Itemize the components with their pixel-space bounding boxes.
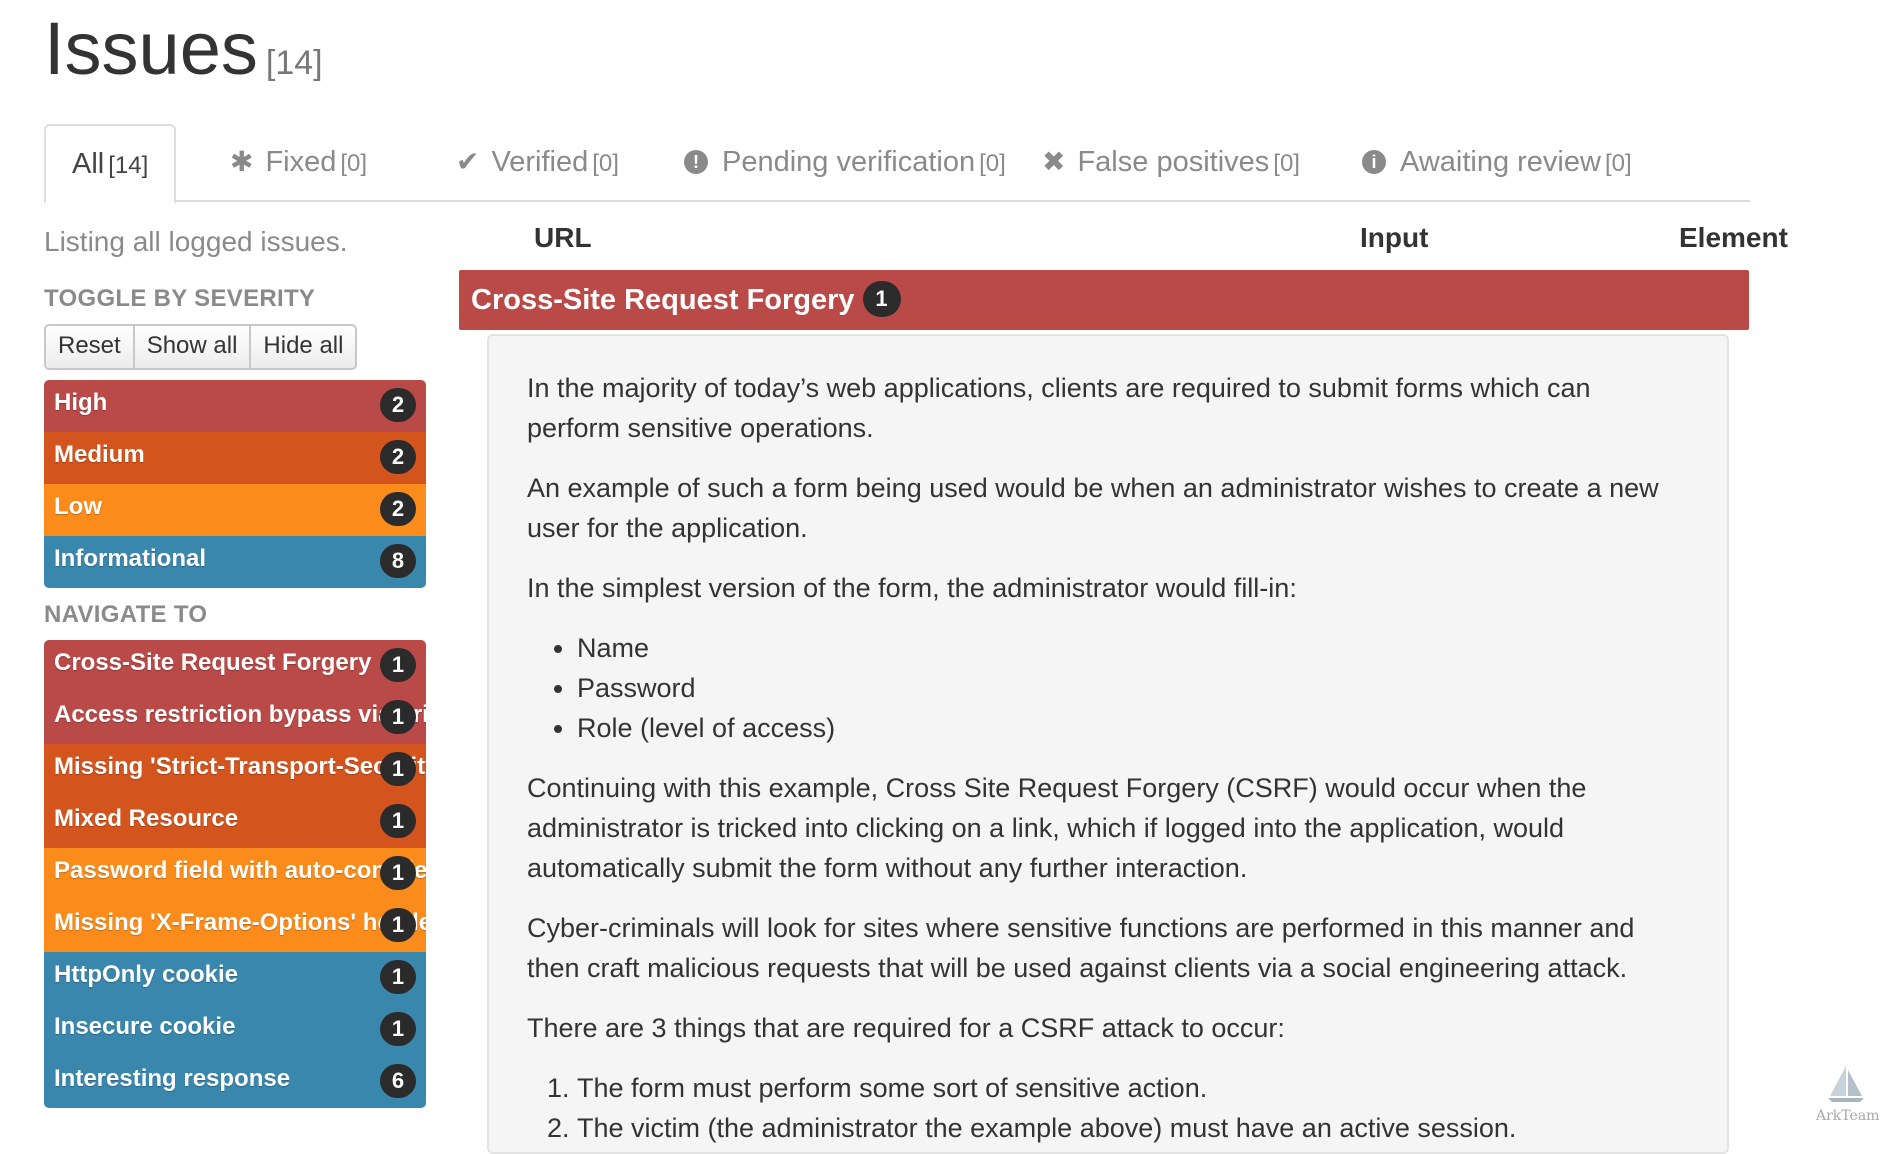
column-header-input[interactable]: Input (1360, 222, 1428, 254)
issue-filter-tabs: All [14] ✱ Fixed [0] ✔ Verified [0] ! Pending … (44, 124, 1750, 204)
tab-pending-label: Pending verification (722, 146, 976, 178)
nav-item-missing-x-frame-options[interactable]: Missing 'X-Frame-Options' header 1 (44, 900, 426, 952)
asterisk-icon: ✱ (230, 146, 254, 177)
tab-verified[interactable]: ✔ Verified [0] (430, 124, 645, 200)
nav-item-label: Cross-Site Request Forgery (54, 649, 372, 676)
nav-item-mixed-resource[interactable]: Mixed Resource 1 (44, 796, 426, 848)
issue-title: Cross-Site Request Forgery (471, 284, 855, 316)
list-item: Password (577, 668, 1691, 708)
tab-all-label: All (72, 148, 105, 180)
nav-count-badge: 1 (380, 856, 416, 890)
nav-item-label: Missing 'Strict-Transport-Security' head… (54, 753, 426, 780)
list-item: Role (level of access) (577, 708, 1691, 748)
description-paragraph: There are 3 things that are required for… (527, 1013, 1285, 1043)
page-title-text: Issues (44, 7, 258, 90)
nav-item-missing-hsts[interactable]: Missing 'Strict-Transport-Security' head… (44, 744, 426, 796)
nav-item-access-restriction-bypass[interactable]: Access restriction bypass via origin spo… (44, 692, 426, 744)
nav-item-cross-site-request-forgery[interactable]: Cross-Site Request Forgery 1 (44, 640, 426, 692)
severity-label: Medium (54, 441, 145, 468)
severity-count-badge: 2 (380, 388, 416, 422)
hide-all-button[interactable]: Hide all (251, 324, 358, 370)
nav-count-badge: 6 (380, 1064, 416, 1098)
nav-item-label: Insecure cookie (54, 1013, 236, 1040)
watermark-text: ArkTeam (1816, 1108, 1880, 1124)
description-paragraph: An example of such a form being used wou… (527, 473, 1659, 543)
form-fields-list: Name Password Role (level of access) (527, 628, 1691, 748)
description-paragraph: Cyber-criminals will look for sites wher… (527, 913, 1635, 983)
tab-all[interactable]: All [14] (44, 124, 177, 204)
column-header-element[interactable]: Element (1679, 222, 1788, 254)
nav-count-badge: 1 (380, 1012, 416, 1046)
tab-awaiting-review[interactable]: i Awaiting review [0] (1336, 124, 1658, 200)
tab-all-count: [14] (108, 152, 149, 179)
nav-item-label: Access restriction bypass via origin spo… (54, 701, 426, 728)
check-icon: ✔ (456, 146, 480, 177)
nav-count-badge: 1 (380, 960, 416, 994)
issue-group-header[interactable]: Cross-Site Request Forgery 1 (459, 270, 1749, 330)
severity-item-medium[interactable]: Medium 2 (44, 432, 426, 484)
nav-item-label: HttpOnly cookie (54, 961, 239, 988)
column-header-url[interactable]: URL (534, 222, 592, 254)
severity-count-badge: 8 (380, 544, 416, 578)
description-paragraph: In the majority of today’s web applicati… (527, 373, 1591, 443)
tab-fixed[interactable]: ✱ Fixed [0] (204, 124, 393, 200)
nav-item-insecure-cookie[interactable]: Insecure cookie 1 (44, 1004, 426, 1056)
info-circle-icon: i (1362, 150, 1386, 174)
severity-item-low[interactable]: Low 2 (44, 484, 426, 536)
reset-button[interactable]: Reset (44, 324, 135, 370)
tab-false-positives-label: False positives (1077, 146, 1270, 178)
nav-item-label: Missing 'X-Frame-Options' header (54, 909, 426, 936)
nav-count-badge: 1 (380, 648, 416, 682)
requirements-list: The form must perform some sort of sensi… (527, 1068, 1691, 1148)
description-paragraph: In the simplest version of the form, the… (527, 573, 1297, 603)
tab-verified-label: Verified (491, 146, 589, 178)
severity-list: High 2 Medium 2 Low 2 Informational 8 (44, 380, 426, 588)
nav-item-label: Password field with auto-complete (54, 857, 426, 884)
tab-false-positives[interactable]: ✖ False positives [0] (1016, 124, 1326, 200)
sailboat-icon (1828, 1066, 1864, 1102)
issue-description: In the majority of today’s web applicati… (487, 334, 1729, 1154)
issue-total-count: [14] (265, 44, 323, 82)
severity-label: Low (54, 493, 102, 520)
list-item: The form must perform some sort of sensi… (577, 1068, 1691, 1108)
tab-pending-count: [0] (979, 150, 1006, 177)
times-icon: ✖ (1042, 146, 1066, 177)
tab-false-positives-count: [0] (1273, 150, 1300, 177)
toggle-severity-heading: TOGGLE BY SEVERITY (44, 285, 316, 312)
severity-label: High (54, 389, 108, 416)
severity-item-high[interactable]: High 2 (44, 380, 426, 432)
description-paragraph: Continuing with this example, Cross Site… (527, 773, 1587, 883)
nav-item-label: Interesting response (54, 1065, 291, 1092)
nav-count-badge: 1 (380, 752, 416, 786)
navigate-to-heading: NAVIGATE TO (44, 601, 208, 628)
show-all-button[interactable]: Show all (134, 324, 252, 370)
nav-count-badge: 1 (380, 804, 416, 838)
nav-item-password-autocomplete[interactable]: Password field with auto-complete 1 (44, 848, 426, 900)
nav-count-badge: 1 (380, 700, 416, 734)
tab-verified-count: [0] (592, 150, 619, 177)
nav-item-interesting-response[interactable]: Interesting response 6 (44, 1056, 426, 1108)
severity-count-badge: 2 (380, 440, 416, 474)
tab-fixed-count: [0] (340, 150, 368, 177)
list-item: The victim (the administrator the exampl… (577, 1108, 1691, 1148)
severity-toggle-buttons: Reset Show all Hide all (44, 324, 426, 370)
watermark: ArkTeam (1816, 1064, 1880, 1124)
severity-count-badge: 2 (380, 492, 416, 526)
issue-count-badge: 1 (862, 281, 901, 317)
page-title: Issues [14] (44, 6, 323, 106)
tab-pending-verification[interactable]: ! Pending verification [0] (658, 124, 1032, 200)
sidebar: Listing all logged issues. TOGGLE BY SEV… (44, 220, 426, 1118)
severity-item-informational[interactable]: Informational 8 (44, 536, 426, 588)
exclamation-circle-icon: ! (684, 150, 708, 174)
nav-count-badge: 1 (380, 908, 416, 942)
navigate-list: Cross-Site Request Forgery 1 Access rest… (44, 640, 426, 1108)
severity-label: Informational (54, 545, 207, 572)
listing-note: Listing all logged issues. (44, 226, 348, 257)
nav-item-httponly-cookie[interactable]: HttpOnly cookie 1 (44, 952, 426, 1004)
list-item: Name (577, 628, 1691, 668)
tab-awaiting-review-label: Awaiting review (1400, 146, 1601, 178)
tab-awaiting-review-count: [0] (1604, 150, 1632, 177)
tab-fixed-label: Fixed (265, 146, 337, 178)
nav-item-label: Mixed Resource (54, 805, 239, 832)
